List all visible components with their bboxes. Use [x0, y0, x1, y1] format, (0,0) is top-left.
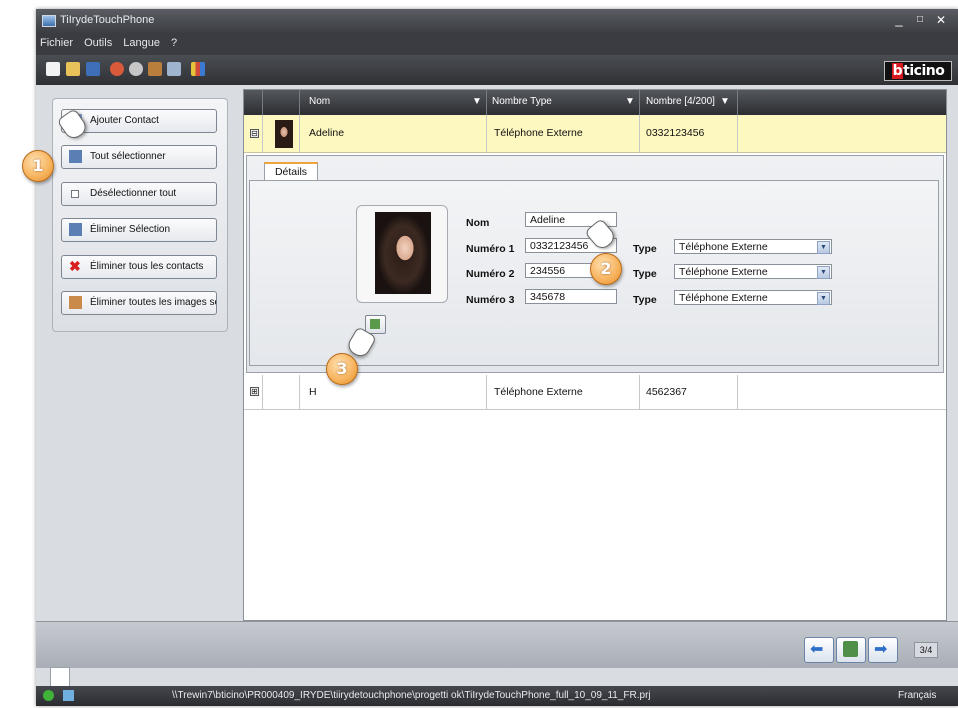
type2-label: Type [633, 268, 657, 280]
delete-selection-icon [69, 223, 82, 236]
menu-bar: Fichier Outils Langue ? [36, 33, 958, 55]
column-type[interactable]: Nombre Type [492, 96, 552, 107]
delete-images-icon [69, 296, 82, 309]
numero3-label: Numéro 3 [466, 294, 515, 306]
contact-type: Téléphone Externe [494, 386, 583, 398]
contact-photo [375, 212, 431, 294]
type3-value: Téléphone Externe [679, 292, 768, 304]
app-window: TiIrydeTouchPhone _ □ ✕ Fichier Outils L… [36, 9, 958, 706]
collapse-icon[interactable]: ⊟ [250, 129, 259, 138]
contact-number: 0332123456 [646, 127, 705, 139]
type3-label: Type [633, 294, 657, 306]
tools-icon[interactable] [148, 62, 162, 76]
deselect-all-button[interactable]: Désélectionner tout [61, 182, 217, 206]
add-image-icon [370, 319, 380, 329]
menu-outils[interactable]: Outils [80, 33, 116, 49]
column-number[interactable]: Nombre [4/200] [646, 96, 715, 107]
window-title: TiIrydeTouchPhone [60, 14, 155, 26]
delete-all-icon: ✖ [69, 258, 81, 274]
type3-select[interactable]: Téléphone Externe ▼ [674, 290, 832, 305]
select-all-icon [69, 150, 82, 163]
nom-label: Nom [466, 217, 490, 229]
contacts-icon[interactable] [129, 62, 143, 76]
status-bar: \\Trewin7\bticino\PR000409_IRYDE\tiiryde… [36, 686, 958, 706]
language-indicator: Français [898, 690, 937, 701]
contact-name: Adeline [309, 127, 345, 139]
photo-frame[interactable] [356, 205, 448, 303]
delete-all-contacts-button[interactable]: ✖ Éliminer tous les contacts [61, 255, 217, 279]
home-icon [843, 641, 858, 657]
connection-icon [43, 690, 54, 701]
chevron-down-icon[interactable]: ▼ [817, 241, 830, 254]
title-bar: TiIrydeTouchPhone _ □ ✕ [36, 9, 958, 33]
user-icon[interactable] [110, 62, 124, 76]
type2-value: Téléphone Externe [679, 266, 768, 278]
home-button[interactable] [836, 637, 866, 663]
contact-type: Téléphone Externe [494, 127, 583, 139]
tab-details[interactable]: Détails [264, 162, 318, 181]
save-icon[interactable] [86, 62, 100, 76]
table-row[interactable]: ⊟ Adeline Téléphone Externe 0332123456 [244, 115, 946, 153]
file-path: \\Trewin7\bticino\PR000409_IRYDE\tiiryde… [172, 690, 651, 701]
bticino-logo: bticino [884, 61, 952, 81]
delete-images-button[interactable]: Éliminer toutes les images sélec [61, 291, 217, 315]
filter-icon[interactable]: ▼ [720, 96, 730, 107]
grid-header: Nom ▼ Nombre Type ▼ Nombre [4/200] ▼ [244, 90, 946, 115]
chevron-down-icon[interactable]: ▼ [817, 266, 830, 279]
menu-help[interactable]: ? [167, 33, 181, 49]
callout-1: 1 [22, 150, 54, 182]
type1-value: Téléphone Externe [679, 241, 768, 253]
column-nom[interactable]: Nom [309, 96, 330, 107]
app-icon [42, 15, 56, 27]
menu-fichier[interactable]: Fichier [36, 33, 77, 49]
arrow-right-icon: ➡ [874, 641, 888, 658]
numero1-label: Numéro 1 [466, 243, 515, 255]
open-folder-icon[interactable] [66, 62, 80, 76]
transfer-icon[interactable] [167, 62, 181, 76]
contact-number: 4562367 [646, 386, 687, 398]
status-box [50, 667, 70, 687]
chart-icon[interactable] [191, 62, 205, 76]
type2-select[interactable]: Téléphone Externe ▼ [674, 264, 832, 279]
callout-3: 3 [326, 353, 358, 385]
contact-name: H [309, 386, 317, 398]
page-indicator: 3/4 [914, 642, 938, 658]
next-page-button[interactable]: ➡ [868, 637, 898, 663]
delete-selection-button[interactable]: Éliminer Sélection [61, 218, 217, 242]
contact-thumbnail [275, 120, 293, 148]
arrow-left-icon: ⬅ [810, 641, 824, 658]
type1-label: Type [633, 243, 657, 255]
close-icon[interactable]: ✕ [933, 12, 949, 28]
maximize-icon[interactable]: □ [912, 12, 928, 28]
device-icon [63, 690, 74, 701]
expand-icon[interactable]: ⊞ [250, 387, 259, 396]
menu-langue[interactable]: Langue [119, 33, 164, 49]
numero2-label: Numéro 2 [466, 268, 515, 280]
new-file-icon[interactable] [46, 62, 60, 76]
toolbar: bticino [36, 55, 958, 85]
filter-icon[interactable]: ▼ [472, 96, 482, 107]
chevron-down-icon[interactable]: ▼ [817, 292, 830, 305]
select-all-button[interactable]: Tout sélectionner [61, 145, 217, 169]
filter-icon[interactable]: ▼ [625, 96, 635, 107]
previous-page-button[interactable]: ⬅ [804, 637, 834, 663]
numero3-field[interactable]: 345678 [525, 289, 617, 304]
deselect-icon [71, 190, 79, 198]
callout-2: 2 [590, 253, 622, 285]
type1-select[interactable]: Téléphone Externe ▼ [674, 239, 832, 254]
navigation-bar: ⬅ ➡ 3/4 [36, 621, 958, 668]
minimize-icon[interactable]: _ [891, 12, 907, 28]
